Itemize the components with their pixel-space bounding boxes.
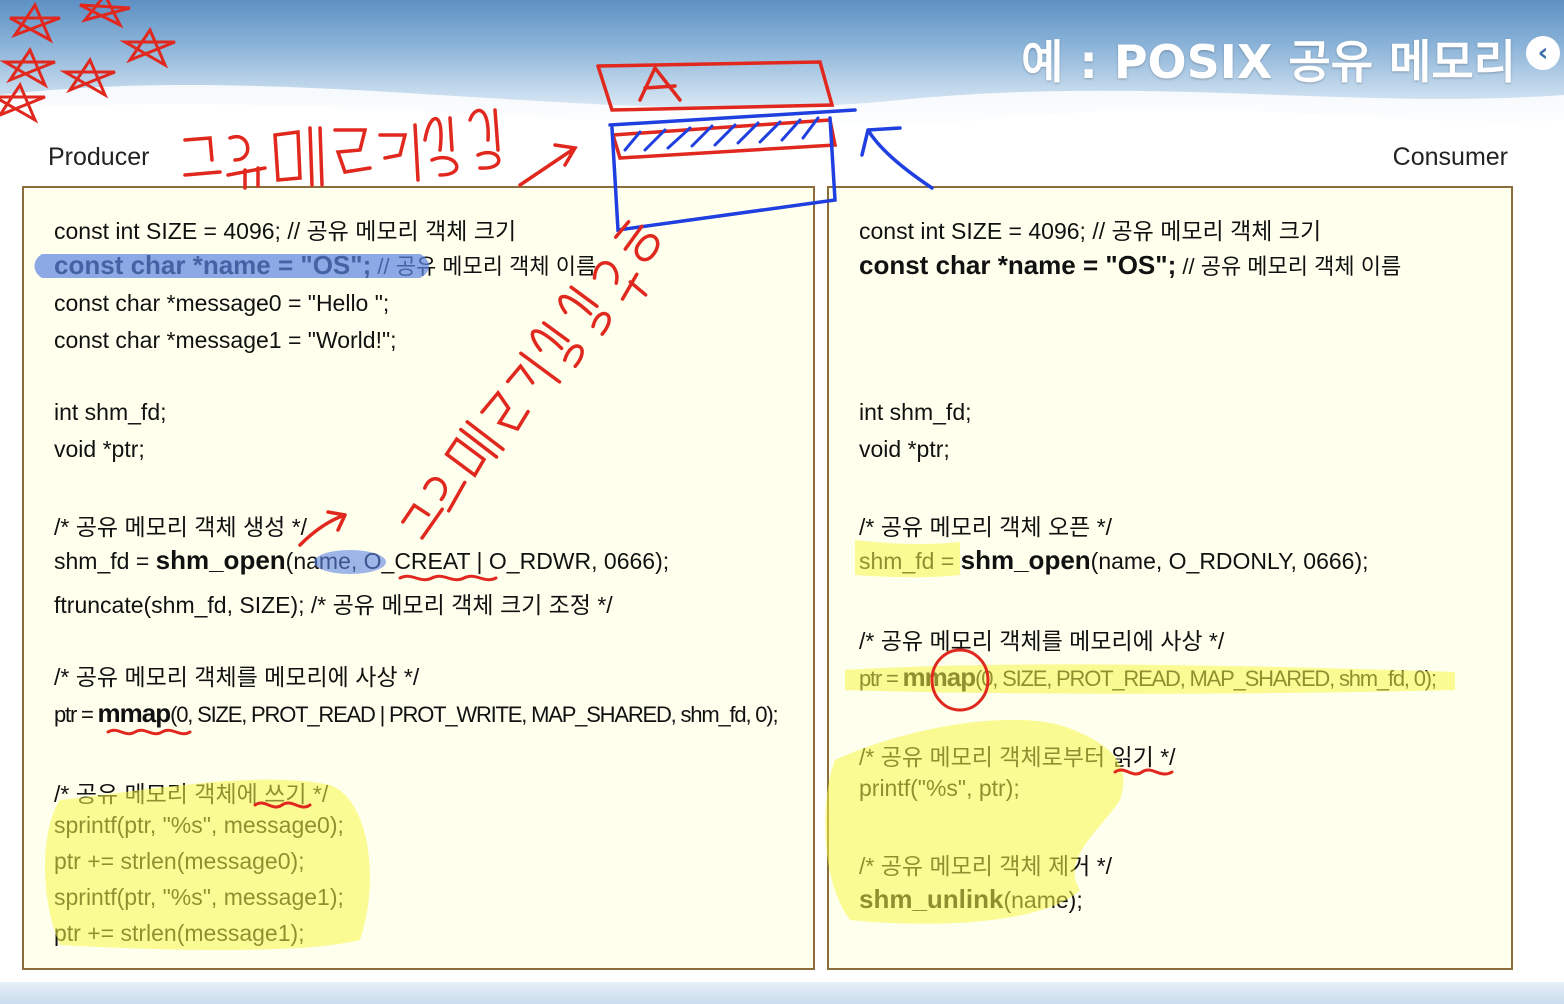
code-line: /* 공유 메모리 객체에 쓰기 */ bbox=[54, 781, 329, 807]
code-text: (name, O_RDONLY, 0666); bbox=[1090, 548, 1369, 574]
code-line: /* 공유 메모리 객체 오픈 */ bbox=[859, 514, 1113, 540]
code-function: mmap bbox=[902, 662, 977, 692]
code-text: (name); bbox=[1003, 887, 1083, 913]
code-line: shm_fd = shm_open(name, O_RDONLY, 0666); bbox=[859, 545, 1369, 576]
code-line: ptr = mmap(0, SIZE, PROT_READ, MAP_SHARE… bbox=[859, 662, 1437, 693]
code-line: const char *name = "OS"; // 공유 메모리 객체 이름 bbox=[54, 249, 596, 281]
code-text: shm_fd = bbox=[54, 548, 156, 574]
code-line: ftruncate(shm_fd, SIZE); /* 공유 메모리 객체 크기… bbox=[54, 592, 613, 618]
code-line: sprintf(ptr, "%s", message0); bbox=[54, 812, 344, 838]
code-line: const char *name = "OS"; // 공유 메모리 객체 이름 bbox=[859, 249, 1401, 281]
code-line: const char *message1 = "World!"; bbox=[54, 327, 397, 353]
code-function: mmap bbox=[97, 698, 172, 728]
code-line: ptr += strlen(message0); bbox=[54, 848, 305, 874]
code-line: int shm_fd; bbox=[54, 399, 167, 425]
code-function: shm_unlink bbox=[859, 884, 1004, 914]
code-line: /* 공유 메모리 객체로부터 읽기 */ bbox=[859, 744, 1176, 770]
code-text: (0, SIZE, PROT_READ, MAP_SHARED, shm_fd,… bbox=[975, 666, 1437, 691]
code-line: void *ptr; bbox=[859, 436, 950, 462]
code-text: ptr = bbox=[54, 702, 98, 727]
code-line: /* 공유 메모리 객체를 메모리에 사상 */ bbox=[54, 664, 420, 690]
slide-title: 예 : POSIX 공유 메모리 bbox=[1021, 35, 1516, 89]
code-line: /* 공유 메모리 객체 제거 */ bbox=[859, 853, 1113, 879]
code-comment: // 공유 메모리 객체 이름 bbox=[371, 254, 597, 279]
code-text: (0, SIZE, PROT_READ | PROT_WRITE, MAP_SH… bbox=[170, 702, 778, 727]
code-line: shm_unlink(name); bbox=[859, 884, 1083, 915]
producer-label: Producer bbox=[48, 143, 150, 171]
consumer-label: Consumer bbox=[1392, 143, 1508, 171]
code-line: ptr = mmap(0, SIZE, PROT_READ | PROT_WRI… bbox=[54, 698, 779, 729]
code-line: ptr += strlen(message1); bbox=[54, 920, 305, 946]
code-line: /* 공유 메모리 객체 생성 */ bbox=[54, 514, 308, 540]
code-text: const char *name = "OS"; bbox=[54, 250, 372, 280]
code-text: const char *name = "OS"; bbox=[859, 250, 1177, 280]
code-line: sprintf(ptr, "%s", message1); bbox=[54, 884, 344, 910]
code-line: const int SIZE = 4096; // 공유 메모리 객체 크기 bbox=[859, 218, 1322, 244]
code-text: (name, O_CREAT | O_RDWR, 0666); bbox=[285, 548, 670, 574]
code-function: shm_open bbox=[960, 545, 1091, 575]
producer-code-panel: const int SIZE = 4096; // 공유 메모리 객체 크기 c… bbox=[22, 186, 815, 970]
back-arrow-icon[interactable]: ‹ bbox=[1526, 36, 1560, 70]
code-line: const int SIZE = 4096; // 공유 메모리 객체 크기 bbox=[54, 218, 517, 244]
code-text: shm_fd = bbox=[859, 548, 961, 574]
code-line: /* 공유 메모리 객체를 메모리에 사상 */ bbox=[859, 628, 1225, 654]
code-text: ptr = bbox=[859, 666, 903, 691]
consumer-code-panel: const int SIZE = 4096; // 공유 메모리 객체 크기 c… bbox=[827, 186, 1513, 970]
code-line: shm_fd = shm_open(name, O_CREAT | O_RDWR… bbox=[54, 545, 669, 576]
code-line: void *ptr; bbox=[54, 436, 145, 462]
code-function: shm_open bbox=[155, 545, 286, 575]
footer-bar bbox=[0, 982, 1564, 1004]
code-line: int shm_fd; bbox=[859, 399, 972, 425]
code-line: const char *message0 = "Hello "; bbox=[54, 290, 390, 316]
code-line: printf("%s", ptr); bbox=[859, 775, 1020, 801]
code-comment: // 공유 메모리 객체 이름 bbox=[1176, 254, 1402, 279]
